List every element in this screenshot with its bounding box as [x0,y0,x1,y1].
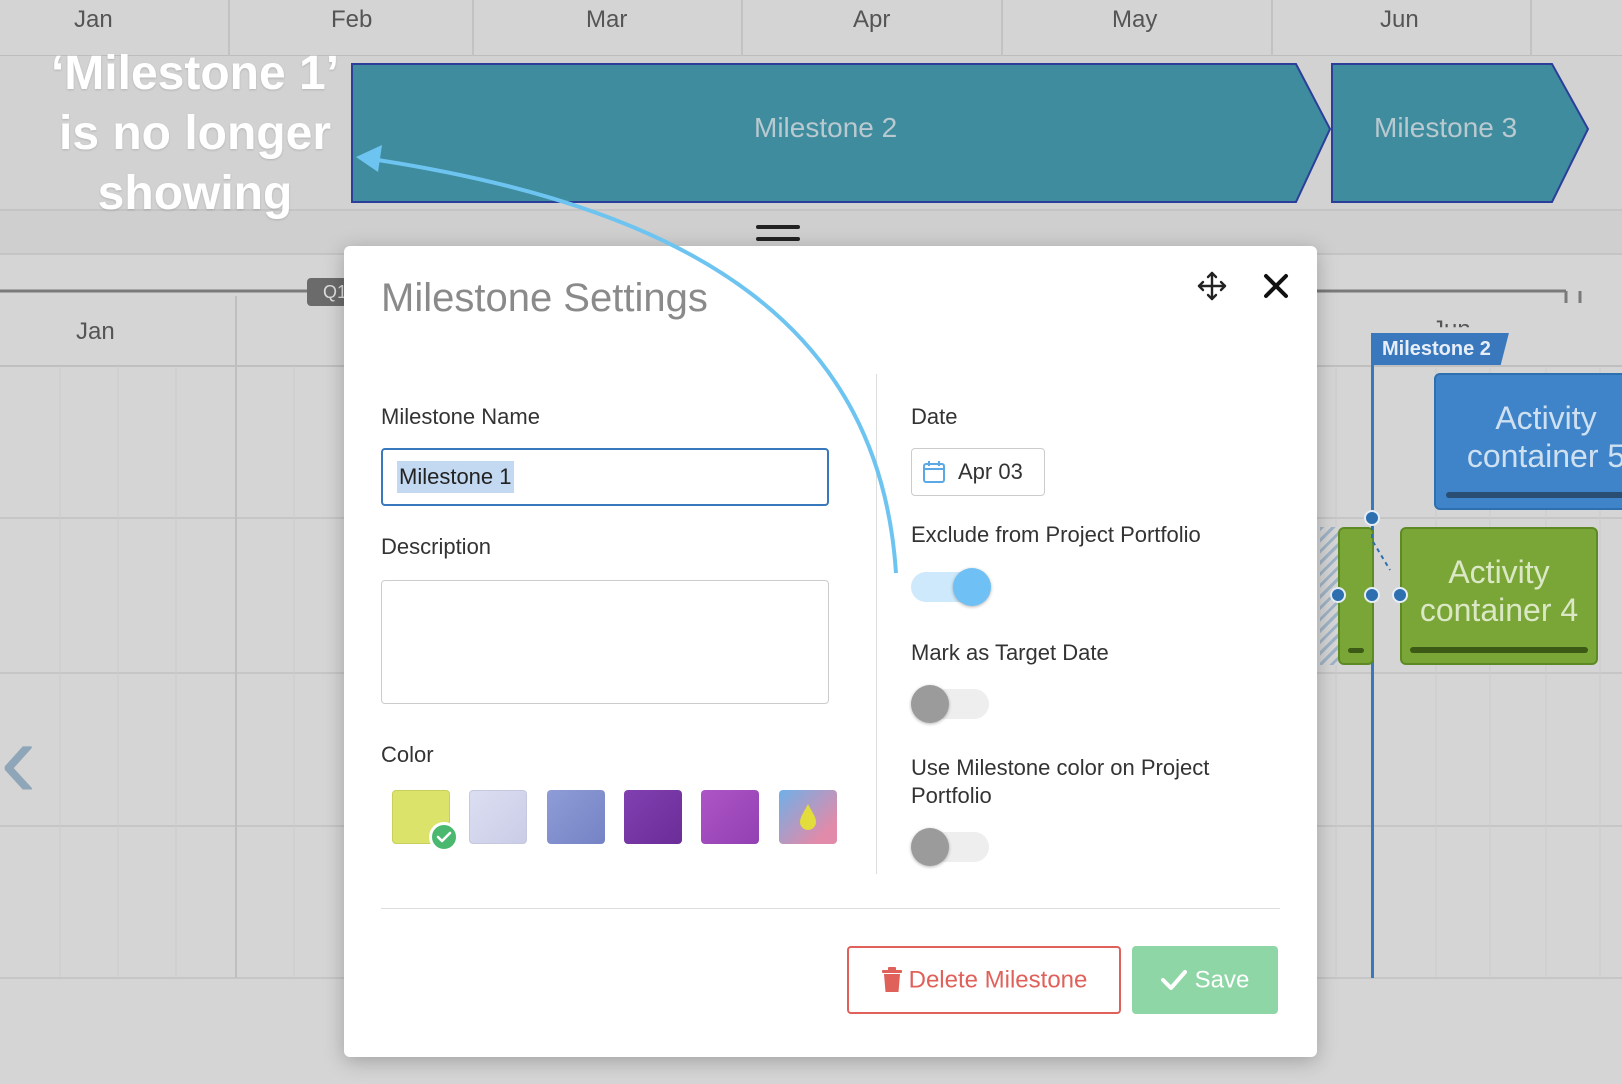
target-date-toggle[interactable] [911,683,991,723]
use-color-toggle[interactable] [911,826,991,866]
milestone-name-label: Milestone Name [381,404,540,429]
activity-container-5[interactable]: Activity container 5 [1434,373,1622,510]
date-value: Apr 03 [958,459,1023,484]
target-date-label: Mark as Target Date [911,640,1109,665]
date-picker[interactable]: Apr 03 [911,448,1045,496]
exclude-portfolio-label: Exclude from Project Portfolio [911,522,1201,547]
description-textarea[interactable] [381,580,829,704]
dependency-node[interactable] [1364,510,1380,526]
description-label: Description [381,534,492,559]
progress-bar [1446,492,1622,498]
dependency-node[interactable] [1364,587,1380,603]
milestone-2-flag[interactable]: Milestone 2 [1372,333,1509,365]
activity-container-5-title: Activity [1495,400,1597,436]
annotation-line: is no longer [58,107,331,160]
month-label-top: Feb [331,6,373,33]
toggle-knob [953,568,991,606]
trash-icon [881,967,902,993]
color-label: Color [381,742,434,767]
calendar-icon [923,461,945,483]
month-label-top: Jun [1380,6,1419,33]
delete-button-label: Delete Milestone [908,966,1088,994]
resize-grip-icon[interactable] [756,237,800,241]
annotation-line: ‘Milestone 1’ [50,47,340,100]
use-color-label: Use Milestone color on Project Portfolio [911,755,1210,808]
previous-chevron-icon[interactable]: ‹ [0,705,37,815]
checkmark-icon [1160,970,1187,991]
color-swatch-custom[interactable] [779,790,837,844]
dependency-node[interactable] [1330,587,1346,603]
progress-bar [1348,648,1364,653]
toggle-knob [911,828,949,866]
milestone-name-selection: Milestone 1 [397,461,514,493]
month-label-top: Mar [586,6,628,33]
dialog-title: Milestone Settings [381,276,708,320]
milestone-3-label[interactable]: Milestone 3 [1374,112,1517,144]
close-icon[interactable] [1260,270,1292,302]
exclude-portfolio-toggle[interactable] [911,566,991,606]
color-swatch-magenta[interactable] [701,790,759,844]
milestone-settings-dialog: Milestone Settings Milestone Name Milest… [344,246,1317,1057]
color-picker-drop-icon [800,804,816,830]
month-label-top: Jan [74,6,113,33]
date-label: Date [911,404,958,429]
progress-bar [1410,647,1588,653]
color-swatch-purple[interactable] [624,790,682,844]
month-label-bottom: Jan [76,318,115,345]
quarter-tag: Q1 [307,278,347,306]
save-button[interactable]: Save [1132,946,1278,1014]
toggle-knob [911,685,949,723]
resize-grip-icon[interactable] [756,225,800,229]
month-label-top: Apr [853,6,891,33]
annotation-line: showing [97,167,293,220]
footer-divider [381,908,1280,909]
color-swatch-periwinkle[interactable] [547,790,605,844]
move-icon[interactable] [1196,270,1228,302]
milestone-2-label[interactable]: Milestone 2 [754,112,897,144]
color-swatch-lavender[interactable] [469,790,527,844]
delete-milestone-button[interactable]: Delete Milestone [847,946,1121,1014]
activity-container-5-title: container 5 [1466,438,1622,474]
selected-check-icon [429,822,459,852]
month-label-top: May [1112,6,1158,33]
dependency-node[interactable] [1392,587,1408,603]
annotation-callout: ‘Milestone 1’ is no longer showing [10,44,380,224]
column-divider [876,374,877,874]
save-button-label: Save [1194,966,1250,994]
